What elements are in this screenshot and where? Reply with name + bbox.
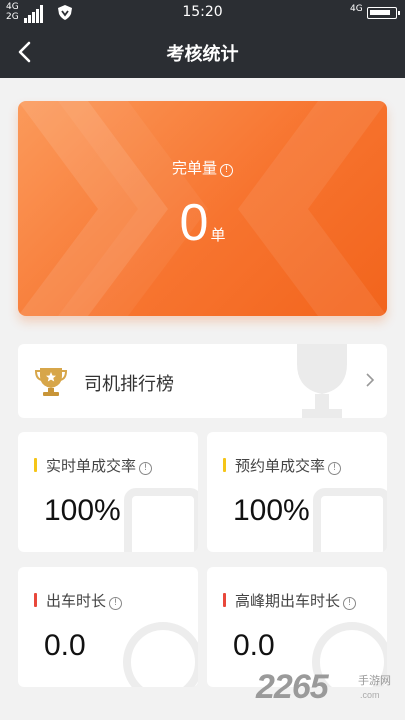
- page-title: 考核统计: [166, 44, 239, 65]
- watermark-trophy-icon: [297, 344, 347, 418]
- order-count-card: 完单量! 0单: [18, 101, 387, 316]
- metric-label: 预约单成交率!: [235, 455, 342, 476]
- order-count-label: 完单量!: [18, 157, 387, 178]
- metric-card-driving-duration: 出车时长! 0.0: [18, 567, 198, 687]
- driver-ranking-row[interactable]: 司机排行榜: [18, 344, 387, 418]
- driver-ranking-label: 司机排行榜: [84, 374, 174, 395]
- metric-card-realtime-rate: 实时单成交率! 100%: [18, 432, 198, 552]
- metric-card-reservation-rate: 预约单成交率! 100%: [207, 432, 387, 552]
- info-icon[interactable]: !: [328, 462, 342, 475]
- watermark-icon: [124, 488, 198, 552]
- metric-label: 高峰期出车时长!: [235, 590, 357, 611]
- metric-value: 100%: [233, 494, 310, 527]
- metric-value: 100%: [44, 494, 121, 527]
- metric-accent-bar: [34, 458, 37, 472]
- metric-accent-bar: [223, 458, 226, 472]
- site-watermark: 2265 手游网 .com: [256, 668, 391, 706]
- nav-bar: 考核统计: [0, 26, 405, 78]
- info-icon[interactable]: !: [139, 462, 153, 475]
- metric-label: 出车时长!: [46, 590, 123, 611]
- info-icon[interactable]: !: [220, 164, 233, 177]
- watermark-icon: [123, 622, 198, 687]
- watermark-icon: [313, 488, 387, 552]
- chevron-right-icon: [366, 373, 375, 387]
- metric-value: 0.0: [233, 629, 275, 662]
- battery-icon: [367, 7, 400, 19]
- clock: 15:20: [182, 4, 223, 20]
- status-bar: 4G 2G 15:20 4G: [0, 0, 405, 26]
- info-icon[interactable]: !: [343, 597, 357, 610]
- network-label-right: 4G: [350, 4, 363, 14]
- metric-accent-bar: [223, 593, 226, 607]
- metric-value: 0.0: [44, 629, 86, 662]
- order-count-value: 0单: [179, 194, 226, 252]
- metric-label: 实时单成交率!: [46, 455, 153, 476]
- info-icon[interactable]: !: [109, 597, 123, 610]
- metric-accent-bar: [34, 593, 37, 607]
- trophy-icon: [34, 368, 68, 396]
